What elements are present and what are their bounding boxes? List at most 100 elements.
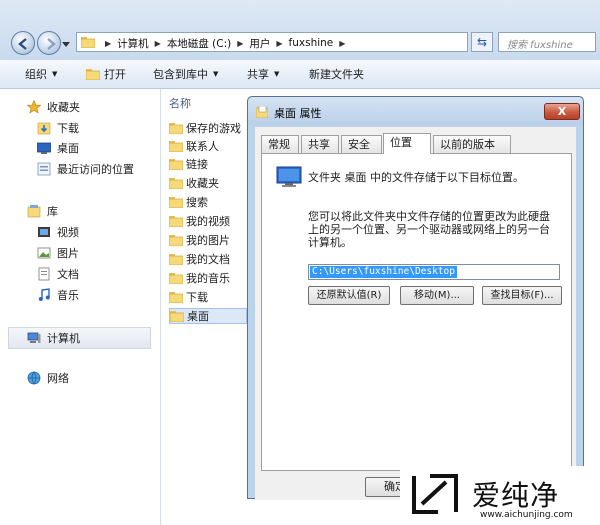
refresh-button[interactable]: ⇆ bbox=[471, 32, 493, 52]
location-tab-panel: 文件夹 桌面 中的文件存储于以下目标位置。 您可以将此文件夹中文件存储的位置更改… bbox=[261, 153, 572, 471]
nav-videos-label: 视频 bbox=[57, 226, 79, 239]
desktop-icon bbox=[37, 142, 51, 154]
close-icon: X bbox=[557, 105, 567, 118]
file-item-label: 联系人 bbox=[186, 140, 219, 153]
open-button[interactable]: 打开 bbox=[86, 66, 126, 82]
file-item-favorites[interactable]: 收藏夹 bbox=[169, 175, 247, 191]
folder-icon bbox=[81, 37, 95, 48]
restore-default-button[interactable]: 还原默认值(R) bbox=[308, 286, 390, 305]
target-path-input[interactable]: C:\Users\fuxshine\Desktop bbox=[308, 264, 560, 280]
address-field[interactable]: ▶ 计算机 ▶ 本地磁盘 (C:) ▶ 用户 ▶ fuxshine ▶ bbox=[76, 32, 539, 52]
open-label: 打开 bbox=[104, 68, 126, 81]
folder-icon bbox=[169, 216, 183, 227]
forward-button[interactable] bbox=[37, 31, 61, 55]
move-button[interactable]: 移动(M)... bbox=[400, 286, 474, 305]
tab-previous-versions-label: 以前的版本 bbox=[440, 138, 495, 151]
search-input[interactable]: 搜索 fuxshine bbox=[498, 32, 596, 52]
share-menu[interactable]: 共享 ▼ bbox=[247, 66, 279, 82]
network-icon bbox=[27, 371, 41, 385]
documents-icon bbox=[38, 267, 50, 281]
file-item-my-music[interactable]: 我的音乐 bbox=[169, 270, 247, 286]
tab-sharing-label: 共享 bbox=[308, 138, 330, 151]
navigation-pane: 收藏夹 下载 桌面 最近访问的位置 库 视频 图片 文档 音乐 计算机 网络 bbox=[0, 89, 161, 525]
nav-computer[interactable]: 计算机 bbox=[27, 330, 80, 346]
watermark-brand: 爱纯净 bbox=[472, 479, 560, 512]
file-item-label: 我的视频 bbox=[186, 215, 230, 228]
restore-default-label: 还原默认值(R) bbox=[316, 290, 382, 301]
breadcrumb-separator-icon[interactable]: ▶ bbox=[276, 39, 282, 48]
include-in-library-menu[interactable]: 包含到库中 ▼ bbox=[153, 66, 218, 82]
address-bar-area: ▶ 计算机 ▶ 本地磁盘 (C:) ▶ 用户 ▶ fuxshine ▶ ⇆ 搜索… bbox=[0, 0, 600, 61]
share-label: 共享 bbox=[247, 68, 269, 81]
breadcrumb-separator-icon[interactable]: ▶ bbox=[339, 39, 345, 48]
folder-icon bbox=[169, 273, 183, 284]
file-item-label: 链接 bbox=[186, 158, 208, 171]
file-item-label: 下载 bbox=[186, 291, 208, 304]
include-in-library-label: 包含到库中 bbox=[153, 68, 208, 81]
close-button[interactable]: X bbox=[544, 103, 580, 120]
nav-pictures[interactable]: 图片 bbox=[37, 245, 79, 261]
breadcrumb-fuxshine[interactable]: fuxshine bbox=[289, 37, 334, 49]
star-icon bbox=[27, 100, 41, 114]
file-item-label: 桌面 bbox=[187, 310, 209, 323]
breadcrumb-separator-icon[interactable]: ▶ bbox=[155, 39, 161, 48]
chevron-down-icon: ▼ bbox=[274, 70, 280, 78]
file-item-searches[interactable]: 搜索 bbox=[169, 194, 247, 210]
recent-places-icon bbox=[37, 162, 51, 176]
folder-icon bbox=[169, 123, 183, 134]
tab-general-label: 常规 bbox=[268, 138, 290, 151]
file-item-links[interactable]: 链接 bbox=[169, 156, 247, 172]
nav-network-label: 网络 bbox=[47, 372, 69, 385]
column-header-name[interactable]: 名称 bbox=[169, 95, 191, 111]
downloads-folder-icon bbox=[37, 122, 51, 135]
tab-sharing[interactable]: 共享 bbox=[301, 135, 339, 153]
file-item-saved-games[interactable]: 保存的游戏 bbox=[169, 120, 247, 136]
file-item-label: 收藏夹 bbox=[186, 177, 219, 190]
file-item-my-pictures[interactable]: 我的图片 bbox=[169, 232, 247, 248]
folder-properties-icon bbox=[256, 106, 268, 118]
folder-icon bbox=[169, 159, 183, 170]
breadcrumb-local-disk[interactable]: 本地磁盘 (C:) bbox=[167, 36, 231, 51]
tab-previous-versions[interactable]: 以前的版本 bbox=[433, 135, 511, 153]
tab-security-label: 安全 bbox=[348, 138, 370, 151]
nav-libraries[interactable]: 库 bbox=[27, 203, 58, 219]
nav-recent[interactable]: 最近访问的位置 bbox=[37, 161, 134, 177]
file-item-desktop-selected[interactable]: 桌面 bbox=[169, 308, 247, 324]
watermark-url: www.aichunjing.com bbox=[480, 510, 573, 520]
refresh-icon: ⇆ bbox=[476, 35, 488, 49]
breadcrumb-users[interactable]: 用户 bbox=[249, 36, 270, 51]
nav-libraries-label: 库 bbox=[47, 205, 58, 218]
tab-location[interactable]: 位置 bbox=[383, 133, 431, 154]
music-note-icon bbox=[38, 288, 50, 301]
nav-videos[interactable]: 视频 bbox=[37, 224, 79, 240]
breadcrumb-separator-icon[interactable]: ▶ bbox=[237, 39, 243, 48]
nav-desktop[interactable]: 桌面 bbox=[37, 140, 79, 156]
nav-documents[interactable]: 文档 bbox=[37, 266, 79, 282]
file-item-label: 我的文档 bbox=[186, 253, 230, 266]
organize-menu[interactable]: 组织 ▼ bbox=[25, 66, 57, 82]
file-item-my-documents[interactable]: 我的文档 bbox=[169, 251, 247, 267]
back-button[interactable] bbox=[11, 31, 35, 55]
dialog-titlebar[interactable]: 桌面 属性 X bbox=[248, 97, 583, 125]
target-path-value: C:\Users\fuxshine\Desktop bbox=[310, 266, 457, 278]
nav-favorites[interactable]: 收藏夹 bbox=[27, 99, 80, 115]
computer-icon bbox=[27, 332, 41, 343]
tab-security[interactable]: 安全 bbox=[341, 135, 382, 153]
nav-network[interactable]: 网络 bbox=[27, 370, 69, 386]
nav-downloads[interactable]: 下载 bbox=[37, 120, 79, 136]
forward-arrow-icon bbox=[47, 38, 56, 50]
nav-desktop-label: 桌面 bbox=[57, 142, 79, 155]
breadcrumb-computer[interactable]: 计算机 bbox=[117, 36, 149, 51]
find-target-button[interactable]: 查找目标(F)... bbox=[482, 286, 562, 305]
desktop-icon bbox=[276, 166, 302, 187]
new-folder-label: 新建文件夹 bbox=[309, 68, 364, 81]
file-item-my-videos[interactable]: 我的视频 bbox=[169, 213, 247, 229]
file-item-downloads[interactable]: 下载 bbox=[169, 289, 247, 305]
nav-computer-label: 计算机 bbox=[47, 332, 80, 345]
tab-general[interactable]: 常规 bbox=[261, 135, 299, 153]
new-folder-button[interactable]: 新建文件夹 bbox=[309, 66, 364, 82]
file-item-contacts[interactable]: 联系人 bbox=[169, 138, 247, 154]
recent-pages-dropdown-icon[interactable] bbox=[62, 40, 70, 48]
nav-music[interactable]: 音乐 bbox=[37, 287, 79, 303]
libraries-icon bbox=[27, 205, 41, 218]
